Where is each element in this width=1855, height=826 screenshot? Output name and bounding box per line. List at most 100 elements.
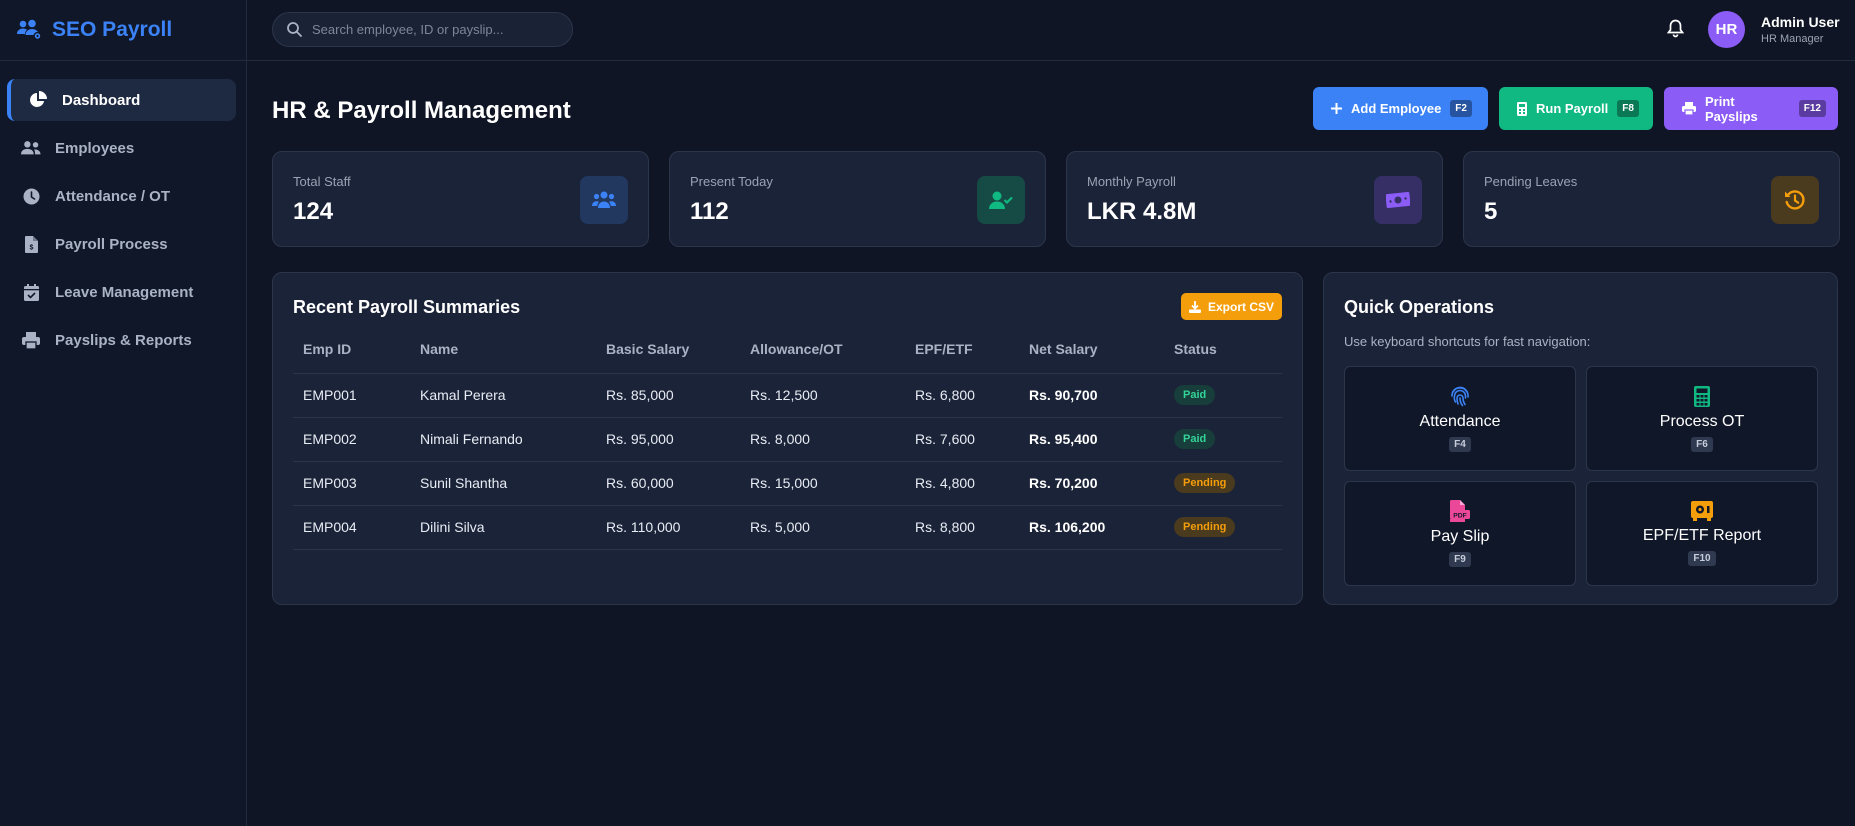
net-salary: Rs. 106,200: [1019, 505, 1164, 550]
status-badge: Paid: [1174, 429, 1216, 449]
column-header: Basic Salary: [596, 325, 740, 374]
shortcut-badge: F8: [1617, 100, 1639, 117]
allowance-ot: Rs. 15,000: [740, 461, 905, 506]
shortcut-badge: F4: [1449, 437, 1471, 452]
table-row[interactable]: EMP004 Dilini Silva Rs. 110,000 Rs. 5,00…: [293, 505, 1282, 550]
status-cell: Pending: [1164, 461, 1282, 506]
net-salary: Rs. 95,400: [1019, 417, 1164, 462]
status-badge: Paid: [1174, 385, 1216, 405]
quick-op-epf-etf-report[interactable]: EPF/ETF Report F10: [1586, 481, 1818, 586]
basic-salary: Rs. 95,000: [596, 417, 740, 462]
print-payslips-button[interactable]: Print Payslips F12: [1664, 87, 1838, 130]
table-row[interactable]: EMP002 Nimali Fernando Rs. 95,000 Rs. 8,…: [293, 417, 1282, 462]
status-badge: Pending: [1174, 517, 1236, 537]
quick-op-label: Pay Slip: [1430, 528, 1490, 545]
sidebar-item-dashboard[interactable]: Dashboard: [7, 79, 236, 121]
sidebar-item-payslips-reports[interactable]: Payslips & Reports: [7, 319, 236, 361]
emp-name: Nimali Fernando: [410, 417, 596, 462]
sidebar-item-employees[interactable]: Employees: [7, 127, 236, 169]
brand[interactable]: SEO Payroll: [0, 0, 246, 61]
search-input[interactable]: [312, 22, 562, 37]
epf-etf: Rs. 4,800: [905, 461, 1019, 506]
sidebar-item-payroll-process[interactable]: $ Payroll Process: [7, 223, 236, 265]
search-icon: [287, 22, 302, 37]
user-check-icon: [977, 176, 1025, 224]
shortcut-badge: F12: [1798, 100, 1826, 117]
status-cell: Paid: [1164, 373, 1282, 418]
sidebar-item-label: Leave Management: [55, 283, 194, 301]
user-name: Admin User: [1761, 14, 1840, 30]
fingerprint-icon: [1449, 385, 1471, 407]
clock-icon: [21, 188, 41, 205]
action-bar: Add Employee F2 Run Payroll F8 Print Pay…: [1313, 87, 1838, 130]
emp-id: EMP003: [293, 461, 410, 506]
stat-label: Pending Leaves: [1484, 174, 1578, 189]
invoice-icon: $: [21, 235, 41, 253]
allowance-ot: Rs. 12,500: [740, 373, 905, 418]
table-row[interactable]: EMP003 Sunil Shantha Rs. 60,000 Rs. 15,0…: [293, 461, 1282, 506]
panel-title: Recent Payroll Summaries: [293, 297, 521, 317]
emp-name: Sunil Shantha: [410, 461, 596, 506]
run-payroll-button[interactable]: Run Payroll F8: [1499, 87, 1653, 130]
sidebar-item-leave-management[interactable]: Leave Management: [7, 271, 236, 313]
epf-etf: Rs. 6,800: [905, 373, 1019, 418]
quick-op-process-ot[interactable]: Process OT F6: [1586, 366, 1818, 471]
quick-op-label: EPF/ETF Report: [1642, 527, 1762, 544]
button-label: Export CSV: [1207, 299, 1274, 314]
emp-id: EMP004: [293, 505, 410, 550]
basic-salary: Rs. 85,000: [596, 373, 740, 418]
stat-label: Present Today: [690, 174, 773, 189]
shortcut-badge: F9: [1449, 552, 1471, 567]
table-row[interactable]: EMP001 Kamal Perera Rs. 85,000 Rs. 12,50…: [293, 373, 1282, 418]
quick-op-label: Process OT: [1659, 412, 1745, 430]
column-header: Emp ID: [293, 325, 410, 374]
export-csv-button[interactable]: Export CSV: [1181, 293, 1282, 320]
payroll-summary-panel: Recent Payroll Summaries Export CSV Emp …: [272, 272, 1303, 605]
users-cog-icon: [16, 19, 42, 41]
stat-label: Total Staff: [293, 174, 351, 189]
column-header: Status: [1164, 325, 1282, 374]
sidebar-item-attendance[interactable]: Attendance / OT: [7, 175, 236, 217]
panel-title: Quick Operations: [1344, 297, 1495, 317]
allowance-ot: Rs. 5,000: [740, 505, 905, 550]
stat-cards: Total Staff 124 Present Today 112 Monthl…: [272, 151, 1840, 247]
column-header: Name: [410, 325, 596, 374]
safe-icon: [1691, 501, 1713, 521]
stat-card-pending-leaves: Pending Leaves 5: [1463, 151, 1840, 247]
avatar[interactable]: HR: [1708, 11, 1745, 48]
bell-icon[interactable]: [1667, 19, 1684, 38]
quick-operations-panel: Quick Operations Use keyboard shortcuts …: [1323, 272, 1838, 605]
calculator-icon: [1694, 385, 1710, 407]
sidebar-item-label: Payslips & Reports: [55, 331, 192, 349]
stat-value: 112: [690, 198, 729, 225]
topbar: HR Admin User HR Manager: [247, 0, 1855, 61]
stat-card-monthly-payroll: Monthly Payroll LKR 4.8M: [1066, 151, 1443, 247]
sidebar-item-label: Attendance / OT: [55, 187, 171, 205]
stat-card-present-today: Present Today 112: [669, 151, 1046, 247]
basic-salary: Rs. 60,000: [596, 461, 740, 506]
epf-etf: Rs. 7,600: [905, 417, 1019, 462]
search-box[interactable]: [272, 12, 573, 47]
emp-id: EMP002: [293, 417, 410, 462]
pdf-file-icon: PDF: [1450, 500, 1470, 522]
emp-name: Dilini Silva: [410, 505, 596, 550]
stat-value: LKR 4.8M: [1087, 198, 1197, 225]
quick-op-attendance[interactable]: Attendance F4: [1344, 366, 1576, 471]
download-icon: [1188, 300, 1201, 313]
sidebar-item-label: Dashboard: [62, 91, 141, 109]
column-header: Allowance/OT: [740, 325, 905, 374]
sidebar-item-label: Employees: [55, 139, 135, 157]
shortcut-badge: F10: [1688, 551, 1716, 566]
users-icon: [580, 176, 628, 224]
pie-chart-icon: [28, 91, 48, 109]
emp-name: Kamal Perera: [410, 373, 596, 418]
add-employee-button[interactable]: Add Employee F2: [1313, 87, 1488, 130]
net-salary: Rs. 90,700: [1019, 373, 1164, 418]
quick-op-pay-slip[interactable]: PDF Pay Slip F9: [1344, 481, 1576, 586]
plus-icon: [1331, 103, 1342, 114]
button-label: Run Payroll: [1536, 101, 1609, 116]
page-title: HR & Payroll Management: [272, 97, 571, 124]
money-icon: [1374, 176, 1422, 224]
column-header: Net Salary: [1019, 325, 1164, 374]
status-cell: Paid: [1164, 417, 1282, 462]
